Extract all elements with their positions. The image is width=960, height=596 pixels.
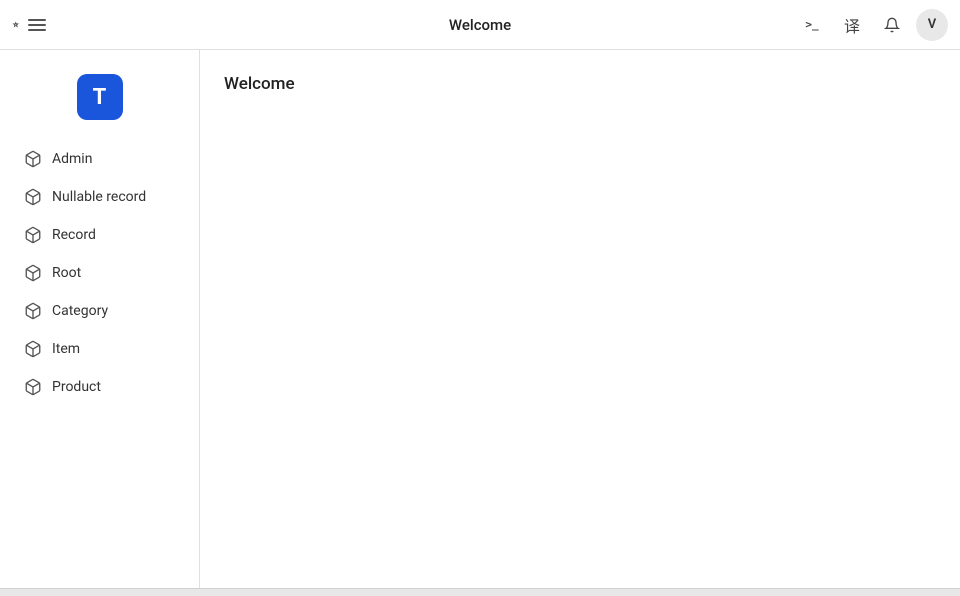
sidebar-item-category-label: Category xyxy=(52,303,108,319)
sidebar-item-record[interactable]: Record xyxy=(8,217,191,253)
main-layout: T Admin Nullable record Record xyxy=(0,50,960,588)
category-icon xyxy=(24,302,42,320)
user-avatar-button[interactable]: V xyxy=(916,9,948,41)
header-actions: >_ 译 V xyxy=(788,9,948,41)
header-left: ⭒ xyxy=(12,17,172,33)
sidebar-item-admin-label: Admin xyxy=(52,151,92,167)
sidebar-item-root-label: Root xyxy=(52,265,81,281)
notifications-button[interactable] xyxy=(876,9,908,41)
main-content: Welcome xyxy=(200,50,960,588)
logo-area: T xyxy=(0,66,199,140)
sidebar-item-item[interactable]: Item xyxy=(8,331,191,367)
sidebar-item-product-label: Product xyxy=(52,379,101,395)
header-title: Welcome xyxy=(172,16,788,34)
cursor-icon: ⭒ xyxy=(12,17,20,33)
sidebar-item-nullable-record[interactable]: Nullable record xyxy=(8,179,191,215)
app-logo: T xyxy=(77,74,123,120)
sidebar-item-product[interactable]: Product xyxy=(8,369,191,405)
sidebar: T Admin Nullable record Record xyxy=(0,50,200,588)
sidebar-item-record-label: Record xyxy=(52,227,96,243)
record-icon xyxy=(24,226,42,244)
sidebar-item-category[interactable]: Category xyxy=(8,293,191,329)
header: ⭒ Welcome >_ 译 V xyxy=(0,0,960,50)
nullable-record-icon xyxy=(24,188,42,206)
menu-toggle-button[interactable] xyxy=(28,19,46,31)
translate-button[interactable]: 译 xyxy=(836,9,868,41)
page-title: Welcome xyxy=(224,74,936,94)
product-icon xyxy=(24,378,42,396)
admin-icon xyxy=(24,150,42,168)
sidebar-item-admin[interactable]: Admin xyxy=(8,141,191,177)
root-icon xyxy=(24,264,42,282)
sidebar-item-nullable-record-label: Nullable record xyxy=(52,189,146,205)
terminal-button[interactable]: >_ xyxy=(796,9,828,41)
sidebar-item-item-label: Item xyxy=(52,341,80,357)
item-icon xyxy=(24,340,42,358)
sidebar-item-root[interactable]: Root xyxy=(8,255,191,291)
bottom-bar xyxy=(0,588,960,596)
